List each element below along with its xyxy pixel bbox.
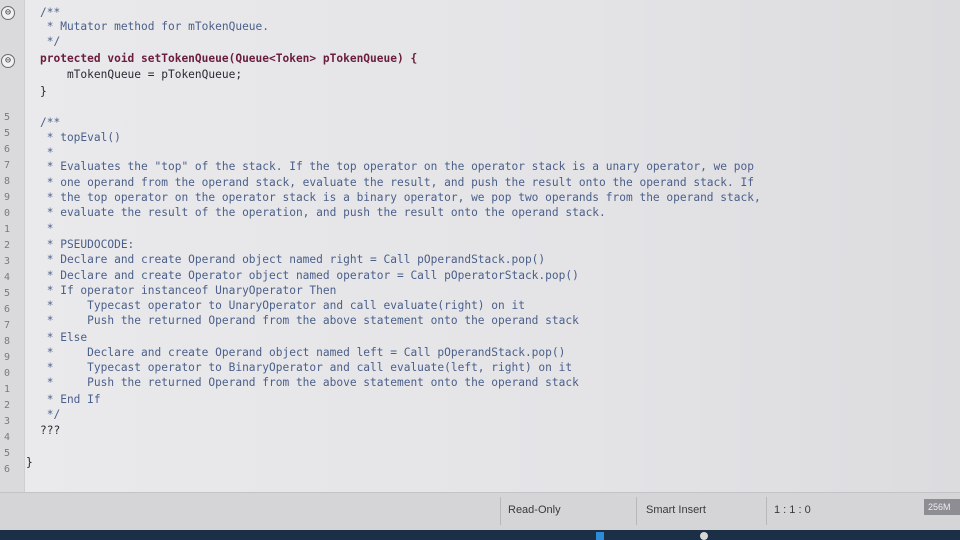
code-line: mTokenQueue = pTokenQueue;	[40, 68, 243, 81]
code-line: }	[40, 85, 47, 98]
cursor-position: 1 : 1 : 0	[774, 504, 811, 516]
line-number: 7	[3, 160, 10, 171]
code-line: * Push the returned Operand from the abo…	[40, 376, 579, 389]
line-number: 2	[3, 240, 10, 251]
fold-collapse-icon[interactable]: ⊖	[1, 54, 15, 68]
line-number: 4	[3, 272, 10, 283]
status-separator	[636, 497, 637, 525]
code-line: * evaluate the result of the operation, …	[40, 206, 606, 219]
line-number: 2	[3, 400, 10, 411]
code-line: }	[26, 456, 33, 469]
status-separator	[500, 497, 501, 525]
line-number: 9	[3, 352, 10, 363]
line-number: 1	[3, 224, 10, 235]
code-line: * End If	[40, 393, 101, 406]
line-number: 6	[3, 464, 10, 475]
code-line: * Push the returned Operand from the abo…	[40, 314, 579, 327]
taskbar	[0, 530, 960, 540]
code-line: /**	[40, 6, 61, 19]
code-line: * Mutator method for mTokenQueue.	[40, 20, 270, 33]
insert-mode-status[interactable]: Smart Insert	[646, 504, 706, 516]
code-line: * Declare and create Operator object nam…	[40, 269, 579, 282]
fold-collapse-icon[interactable]: ⊖	[1, 6, 15, 20]
status-separator	[766, 497, 767, 525]
line-number: 7	[3, 320, 10, 331]
status-bar: Read-Only Smart Insert 1 : 1 : 0 256M	[0, 492, 960, 531]
code-line: *	[40, 146, 54, 159]
line-number: 5	[3, 288, 10, 299]
line-number: 8	[3, 336, 10, 347]
code-line: * one operand from the operand stack, ev…	[40, 176, 754, 189]
line-number: 6	[3, 304, 10, 315]
code-line: *	[40, 222, 54, 235]
code-line: * If operator instanceof UnaryOperator T…	[40, 284, 337, 297]
line-number: 6	[3, 144, 10, 155]
line-number: 8	[3, 176, 10, 187]
line-number-gutter: ⊖ ⊖ 5 5 6 7 8 9 0 1 2 3 4 5 6 7 8 9 0 1 …	[0, 0, 25, 492]
line-number: 9	[3, 192, 10, 203]
code-line: * Declare and create Operand object name…	[40, 253, 546, 266]
code-line: * Else	[40, 331, 88, 344]
line-number: 1	[3, 384, 10, 395]
code-line: /**	[40, 116, 61, 129]
code-line: * PSEUDOCODE:	[40, 238, 135, 251]
line-number: 4	[3, 432, 10, 443]
line-number: 0	[3, 368, 10, 379]
line-number: 3	[3, 416, 10, 427]
code-line: ???	[40, 424, 61, 437]
heap-status[interactable]: 256M	[924, 499, 960, 515]
code-line: */	[40, 35, 61, 48]
code-editor[interactable]: ⊖ ⊖ 5 5 6 7 8 9 0 1 2 3 4 5 6 7 8 9 0 1 …	[0, 0, 960, 492]
read-only-status: Read-Only	[508, 504, 561, 516]
code-line: protected void setTokenQueue(Queue<Token…	[40, 52, 418, 65]
line-number: 5	[3, 448, 10, 459]
line-number: 5	[3, 112, 10, 123]
line-number: 3	[3, 256, 10, 267]
taskbar-app-icon[interactable]	[700, 532, 708, 540]
code-line: * Evaluates the "top" of the stack. If t…	[40, 160, 754, 173]
line-number: 5	[3, 128, 10, 139]
code-line: * Typecast operator to BinaryOperator an…	[40, 361, 573, 374]
line-number: 0	[3, 208, 10, 219]
code-line: * Typecast operator to UnaryOperator and…	[40, 299, 525, 312]
code-line: * Declare and create Operand object name…	[40, 346, 566, 359]
code-line: */	[40, 408, 61, 421]
code-line: * the top operator on the operator stack…	[40, 191, 761, 204]
taskbar-app-icon[interactable]	[596, 532, 604, 540]
code-line: * topEval()	[40, 131, 121, 144]
